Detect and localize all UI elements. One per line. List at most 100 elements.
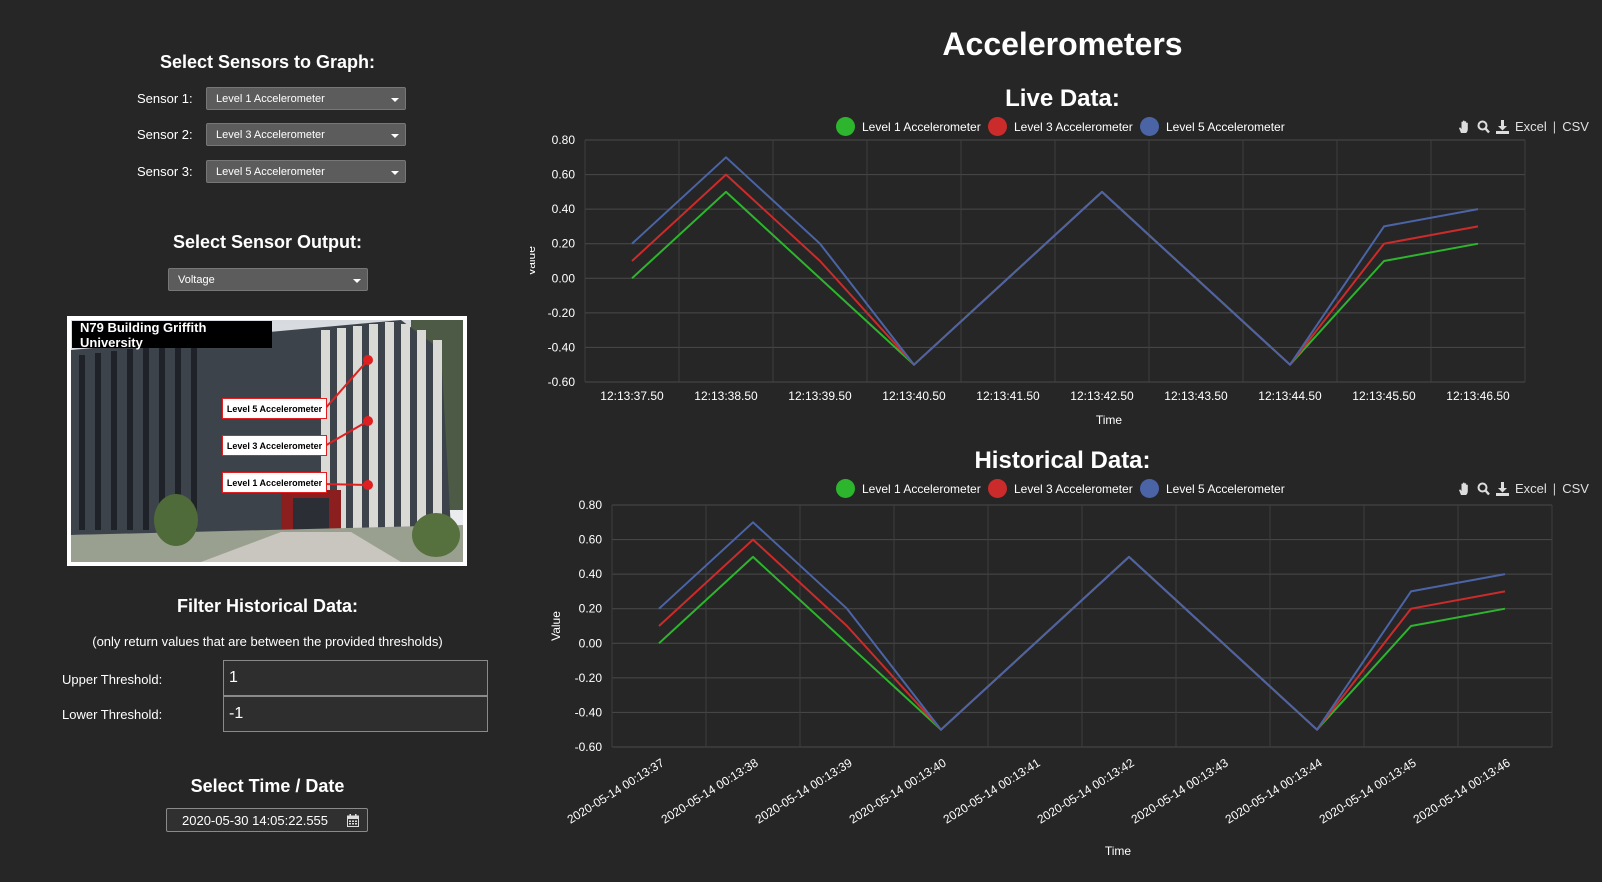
- lower-threshold-label: Lower Threshold:: [62, 707, 163, 722]
- output-value: Voltage: [178, 273, 215, 286]
- live-chart-title: Live Data:: [1005, 85, 1120, 112]
- sensor-1-select[interactable]: Level 1 Accelerometer: [206, 87, 406, 110]
- chevron-down-icon: [391, 133, 399, 138]
- legend-dot: [1140, 117, 1159, 136]
- sensor-2-label: Sensor 2:: [137, 127, 193, 142]
- x-tick-label: 12:13:45.50: [1352, 389, 1416, 403]
- legend-dot: [988, 117, 1007, 136]
- y-tick-label: 0.40: [579, 567, 603, 581]
- excel-button[interactable]: Excel: [1515, 119, 1547, 134]
- chevron-down-icon: [391, 97, 399, 102]
- x-axis-label: Time: [1105, 844, 1132, 858]
- historical-chart-title: Historical Data:: [974, 447, 1151, 474]
- y-tick-label: -0.20: [575, 671, 603, 685]
- upper-threshold-label: Upper Threshold:: [62, 672, 163, 687]
- output-heading: Select Sensor Output:: [172, 232, 363, 252]
- live-legend-level-3[interactable]: Level 3 Accelerometer: [988, 117, 1133, 136]
- sensors-heading: Select Sensors to Graph:: [159, 52, 376, 72]
- x-tick-label: 2020-05-14 00:13:37: [565, 756, 667, 827]
- x-tick-label: 12:13:40.50: [882, 389, 946, 403]
- hand-icon[interactable]: [1458, 482, 1471, 496]
- legend-dot: [836, 117, 855, 136]
- upper-threshold-input[interactable]: 1: [223, 660, 488, 696]
- sensor-marker-level-5: [363, 355, 373, 365]
- photo-caption: N79 Building Griffith University: [72, 320, 272, 350]
- zoom-icon[interactable]: [1477, 482, 1490, 496]
- x-tick-label: 12:13:41.50: [976, 389, 1040, 403]
- x-tick-label: 12:13:39.50: [788, 389, 852, 403]
- y-tick-label: -0.60: [575, 740, 603, 754]
- lower-threshold-input[interactable]: -1: [223, 696, 488, 732]
- x-tick-label: 12:13:37.50: [600, 389, 664, 403]
- x-tick-label: 12:13:42.50: [1070, 389, 1134, 403]
- download-icon[interactable]: [1496, 119, 1509, 134]
- csv-button[interactable]: CSV: [1562, 119, 1589, 134]
- live-legend-level-5[interactable]: Level 5 Accelerometer: [1140, 117, 1285, 136]
- sensor-marker-level-1: [363, 480, 373, 490]
- x-tick-label: 2020-05-14 00:13:38: [659, 756, 761, 827]
- output-select[interactable]: Voltage: [168, 268, 368, 291]
- x-tick-label: 12:13:46.50: [1446, 389, 1510, 403]
- filter-heading: Filter Historical Data:: [176, 596, 359, 616]
- datetime-input[interactable]: 2020-05-30 14:05:22.555: [166, 808, 368, 832]
- y-tick-label: 0.40: [552, 202, 576, 216]
- x-tick-label: 2020-05-14 00:13:42: [1035, 756, 1137, 827]
- legend-label: Level 1 Accelerometer: [862, 481, 981, 496]
- x-tick-label: 2020-05-14 00:13:45: [1317, 756, 1419, 827]
- sensor-3-label: Sensor 3:: [137, 164, 193, 179]
- page-title: Accelerometers: [942, 26, 1183, 62]
- legend-label: Level 5 Accelerometer: [1166, 481, 1285, 496]
- toolbar-separator: |: [1552, 119, 1557, 134]
- x-tick-label: 2020-05-14 00:13:44: [1223, 756, 1325, 827]
- zoom-icon[interactable]: [1477, 120, 1490, 134]
- sensor-3-value: Level 5 Accelerometer: [216, 165, 325, 178]
- y-tick-label: 0.20: [552, 237, 576, 251]
- y-tick-label: -0.60: [548, 375, 576, 389]
- historical-chart[interactable]: 0.80 0.60 0.40 0.20 0.00 -0.20 -0.40 -0.60 2020-…: [530, 495, 1602, 875]
- live-chart[interactable]: 0.80 0.60 0.40 0.20 0.00 -0.20 -0.40 -0.60 12:13…: [530, 135, 1602, 435]
- chevron-down-icon: [391, 170, 399, 175]
- historical-chart-toolbar: Excel | CSV: [1458, 481, 1589, 496]
- y-tick-label: 0.80: [552, 135, 576, 147]
- sensor-marker-level-3: [363, 416, 373, 426]
- toolbar-separator: |: [1552, 481, 1557, 496]
- y-tick-label: -0.20: [548, 306, 576, 320]
- callout-level-5: Level 5 Accelerometer: [222, 398, 327, 419]
- filter-note: (only return values that are between the…: [92, 634, 443, 649]
- y-tick-label: 0.60: [579, 533, 603, 547]
- y-tick-label: 0.80: [579, 498, 603, 512]
- y-tick-label: 0.00: [579, 636, 603, 650]
- callout-level-3: Level 3 Accelerometer: [222, 435, 327, 456]
- time-heading: Select Time / Date: [190, 776, 345, 796]
- y-tick-label: 0.20: [579, 602, 603, 616]
- csv-button[interactable]: CSV: [1562, 481, 1589, 496]
- x-tick-label: 2020-05-14 00:13:39: [753, 756, 855, 827]
- datetime-value: 2020-05-30 14:05:22.555: [182, 812, 329, 828]
- y-tick-label: -0.40: [575, 705, 603, 719]
- live-legend-level-1[interactable]: Level 1 Accelerometer: [836, 117, 981, 136]
- live-chart-toolbar: Excel | CSV: [1458, 119, 1589, 134]
- legend-label: Level 1 Accelerometer: [862, 119, 981, 134]
- y-tick-label: 0.00: [552, 271, 576, 285]
- callout-level-1: Level 1 Accelerometer: [222, 472, 327, 493]
- download-icon[interactable]: [1496, 481, 1509, 496]
- calendar-icon[interactable]: [347, 814, 359, 830]
- legend-label: Level 5 Accelerometer: [1166, 119, 1285, 134]
- excel-button[interactable]: Excel: [1515, 481, 1547, 496]
- y-tick-label: -0.40: [548, 340, 576, 354]
- sensor-1-label: Sensor 1:: [137, 91, 193, 106]
- y-tick-label: 0.60: [552, 168, 576, 182]
- hand-icon[interactable]: [1458, 120, 1471, 134]
- x-tick-label: 2020-05-14 00:13:43: [1129, 756, 1231, 827]
- x-tick-label: 12:13:43.50: [1164, 389, 1228, 403]
- sensor-3-select[interactable]: Level 5 Accelerometer: [206, 160, 406, 183]
- x-tick-label: 12:13:38.50: [694, 389, 758, 403]
- x-tick-label: 2020-05-14 00:13:40: [847, 756, 949, 827]
- chevron-down-icon: [353, 278, 361, 283]
- x-tick-label: 2020-05-14 00:13:41: [941, 756, 1043, 827]
- sensor-2-select[interactable]: Level 3 Accelerometer: [206, 123, 406, 146]
- x-axis-label: Time: [1096, 413, 1123, 427]
- y-axis-label: Value: [530, 246, 538, 276]
- legend-label: Level 3 Accelerometer: [1014, 119, 1133, 134]
- sensor-1-value: Level 1 Accelerometer: [216, 92, 325, 105]
